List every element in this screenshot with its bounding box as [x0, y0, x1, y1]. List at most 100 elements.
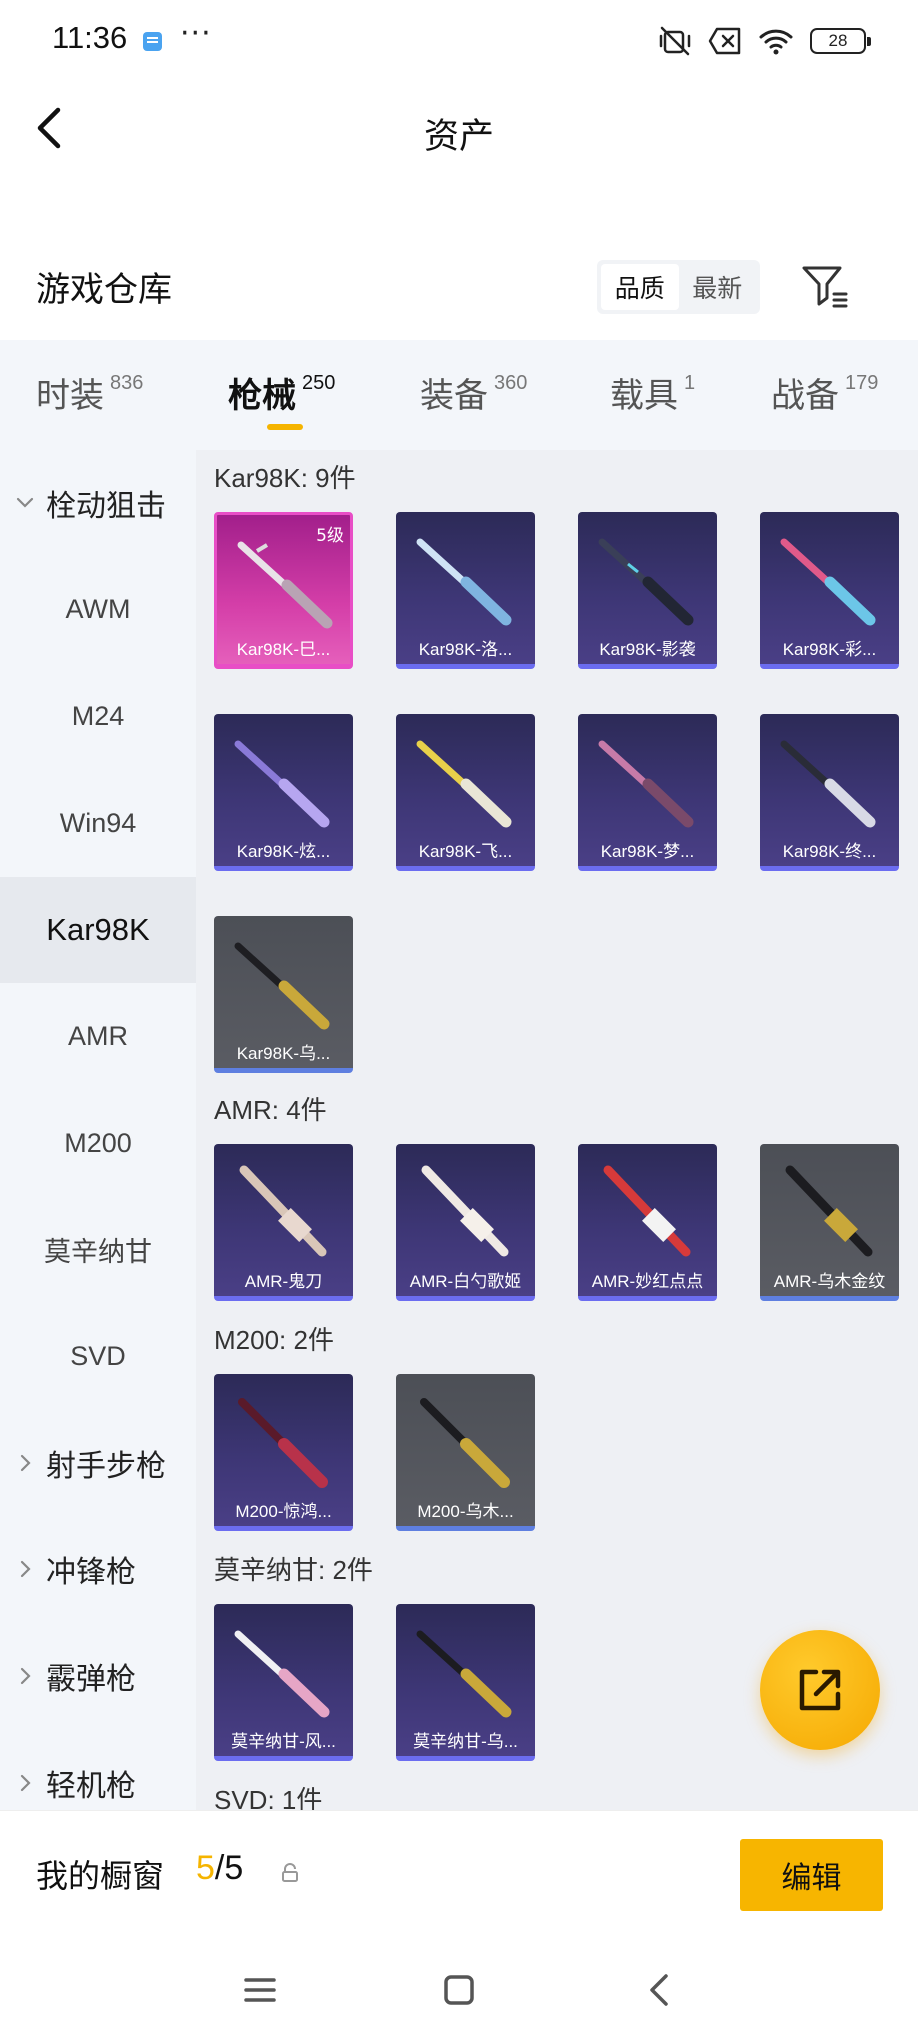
skin-name: Kar98K-乌...	[236, 1044, 331, 1063]
skin-card[interactable]: AMR-乌木金纹	[760, 1144, 899, 1301]
rifle-icon	[780, 740, 876, 828]
skin-card[interactable]: 莫辛纳甘-风...	[214, 1604, 353, 1761]
skin-card[interactable]: 5级 Kar98K-巳...	[214, 512, 353, 669]
skin-card[interactable]: M200-惊鸿...	[214, 1374, 353, 1531]
header: 资产	[0, 84, 918, 174]
tab-count: 250	[302, 372, 336, 394]
sidebar-item-win94[interactable]: Win94	[0, 770, 196, 876]
tab-label: 时装	[36, 376, 104, 416]
tab-fashion[interactable]: 时装 836	[36, 368, 143, 417]
tab-count: 836	[110, 372, 144, 394]
weapon-skin-grid: Kar98K: 9件 5级 Kar98K-巳... Kar98K-洛... Ka…	[196, 450, 918, 1810]
skin-name: Kar98K-影袭	[599, 640, 696, 659]
lock-icon	[282, 1863, 298, 1882]
skin-card[interactable]: Kar98K-影袭	[578, 512, 717, 669]
tab-vehicles[interactable]: 载具 1	[610, 368, 695, 417]
share-icon	[799, 1669, 841, 1711]
tab-label: 枪械	[228, 376, 296, 416]
sidebar-item-awm[interactable]: AWM	[0, 556, 196, 662]
skin-card[interactable]: Kar98K-飞...	[396, 714, 535, 871]
tab-equipment[interactable]: 装备 360	[420, 368, 527, 417]
rifle-icon	[420, 1398, 510, 1488]
sort-quality-button[interactable]: 品质	[601, 264, 679, 310]
skin-name: Kar98K-炫...	[236, 842, 331, 861]
sidebar-group-dmr[interactable]: 射手步枪	[0, 1410, 196, 1516]
chevron-down-icon	[16, 497, 34, 508]
rifle-icon	[603, 1165, 691, 1257]
skin-name: 莫辛纳甘-乌...	[413, 1732, 518, 1751]
skin-name: AMR-白勺歌姬	[409, 1272, 522, 1291]
skin-card[interactable]: AMR-妙红点点	[578, 1144, 717, 1301]
group-title-kar98k: Kar98K: 9件	[214, 463, 356, 493]
skin-card[interactable]: M200-乌木...	[396, 1374, 535, 1531]
mute-vibrate-icon	[659, 26, 691, 56]
group-title-amr: AMR: 4件	[214, 1095, 327, 1125]
tab-label: 装备	[420, 376, 488, 416]
back-nav-icon[interactable]	[640, 1970, 680, 2010]
sidebar-item-m24[interactable]: M24	[0, 663, 196, 769]
sidebar-item-svd[interactable]: SVD	[0, 1303, 196, 1409]
sidebar-group-bolt-action[interactable]: 栓动狙击	[0, 450, 196, 556]
skin-name: AMR-鬼刀	[244, 1272, 323, 1291]
rifle-icon	[598, 538, 694, 626]
group-title-svd: SVD: 1件	[214, 1785, 323, 1810]
skin-card[interactable]: 莫辛纳甘-乌...	[396, 1604, 535, 1761]
showcase-label: 我的橱窗	[36, 1857, 165, 1895]
rifle-icon	[234, 1630, 330, 1718]
sort-newest-button[interactable]: 最新	[679, 264, 757, 310]
status-bar: 11:36 ··· 28	[0, 0, 918, 84]
sidebar-item-kar98k[interactable]: Kar98K	[0, 877, 196, 983]
skin-card[interactable]: Kar98K-梦...	[578, 714, 717, 871]
showcase-current: 5	[196, 1849, 215, 1887]
skin-name: Kar98K-洛...	[418, 640, 513, 659]
filter-icon[interactable]	[800, 262, 850, 312]
skin-card[interactable]: Kar98K-终...	[760, 714, 899, 871]
showcase-total: /5	[214, 1849, 244, 1887]
sidebar-item-m200[interactable]: M200	[0, 1090, 196, 1196]
sidebar-group-shotgun[interactable]: 霰弹枪	[0, 1623, 196, 1729]
tab-label: 战备	[771, 376, 839, 416]
menu-icon[interactable]	[240, 1970, 280, 2010]
warehouse-title: 游戏仓库	[36, 270, 172, 310]
tab-guns[interactable]: 枪械 250	[228, 368, 335, 417]
skin-name: M200-惊鸿...	[235, 1502, 332, 1521]
showcase-bar: 我的橱窗 5/5 编辑	[0, 1810, 918, 1940]
tab-count: 360	[494, 372, 528, 394]
skin-card[interactable]: AMR-白勺歌姬	[396, 1144, 535, 1301]
skin-card[interactable]: Kar98K-洛...	[396, 512, 535, 669]
system-nav-bar	[0, 1940, 918, 2040]
edit-button[interactable]: 编辑	[740, 1839, 883, 1911]
sidebar-group-smg[interactable]: 冲锋枪	[0, 1516, 196, 1622]
skin-card[interactable]: Kar98K-彩...	[760, 512, 899, 669]
chevron-right-icon	[20, 1774, 31, 1792]
category-tabs: 时装 836 枪械 250 装备 360 载具 1 战备 179	[0, 340, 918, 450]
battery-icon: 28	[810, 28, 871, 54]
skin-card[interactable]: Kar98K-乌...	[214, 916, 353, 1073]
skin-name: 莫辛纳甘-风...	[231, 1732, 336, 1751]
sidebar-group-label: 轻机枪	[46, 1769, 136, 1804]
skin-card[interactable]: AMR-鬼刀	[214, 1144, 353, 1301]
sidebar-group-lmg[interactable]: 轻机枪	[0, 1730, 196, 1810]
group-title-mosin: 莫辛纳甘: 2件	[214, 1555, 373, 1585]
tab-count: 179	[845, 372, 879, 394]
rifle-icon	[416, 1630, 512, 1718]
share-button[interactable]	[760, 1630, 880, 1750]
weapon-sidebar: 栓动狙击 AWM M24 Win94 Kar98K AMR M200 莫辛纳甘 …	[0, 450, 196, 1810]
rifle-icon	[239, 1165, 327, 1257]
skin-name: Kar98K-终...	[782, 842, 877, 861]
sidebar-item-mosin[interactable]: 莫辛纳甘	[0, 1196, 196, 1302]
tab-supplies[interactable]: 战备 179	[771, 368, 878, 417]
skin-name: Kar98K-巳...	[236, 640, 331, 659]
sidebar-group-label: 霰弹枪	[46, 1662, 136, 1697]
tab-label: 载具	[610, 376, 678, 416]
warehouse-row: 游戏仓库 品质 最新	[0, 252, 918, 332]
rifle-icon	[238, 1398, 328, 1488]
skin-card[interactable]: Kar98K-炫...	[214, 714, 353, 871]
home-icon[interactable]	[439, 1970, 479, 2010]
rifle-icon	[421, 1165, 509, 1257]
wifi-icon	[759, 29, 793, 55]
sidebar-item-amr[interactable]: AMR	[0, 983, 196, 1089]
showcase-count: 5/5	[196, 1849, 243, 1888]
rifle-icon	[598, 740, 694, 828]
chevron-right-icon	[20, 1667, 31, 1685]
